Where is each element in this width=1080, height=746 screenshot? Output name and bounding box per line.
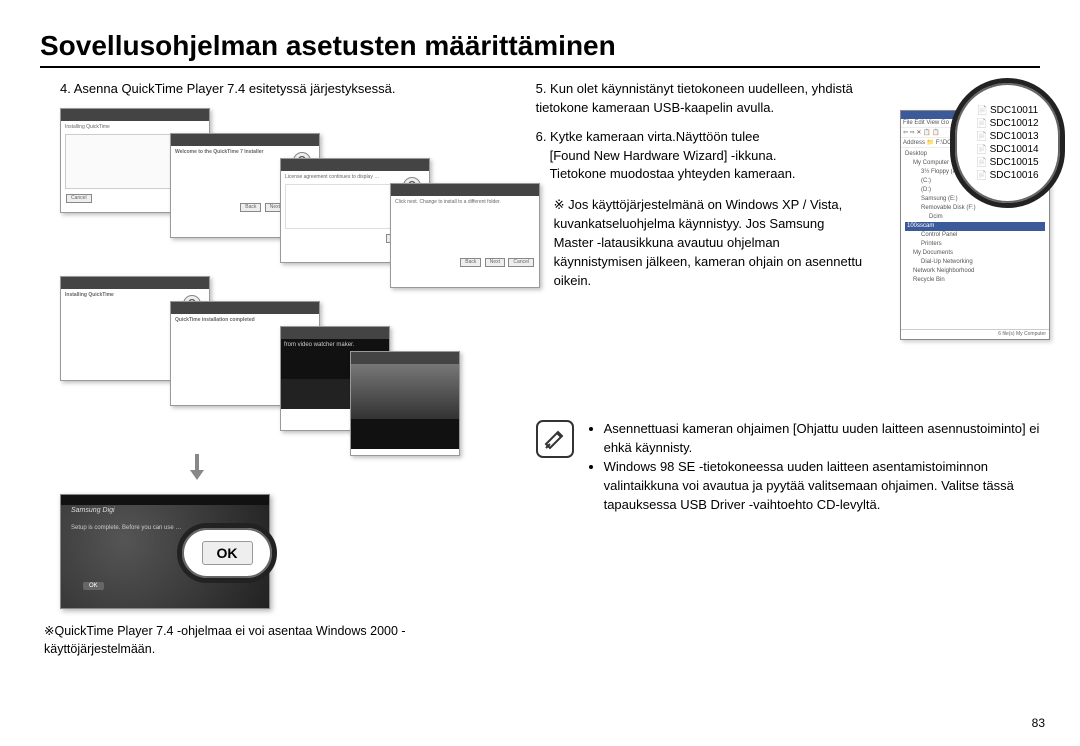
shot-caption: Installing QuickTime [65,124,110,130]
file-item[interactable]: SDC10016 [976,170,1038,181]
file-item[interactable]: SDC10014 [976,144,1038,155]
brand-text: Samsung Digi [71,507,115,514]
shot-caption: Click next. Change to install to a diffe… [395,199,501,205]
note-bullet-2: Windows 98 SE -tietokoneessa uuden laitt… [604,458,1040,515]
tree-item[interactable]: Recycle Bin [905,276,1045,285]
pencil-note-icon [536,420,574,458]
shot-caption: Welcome to the QuickTime 7 Installer [175,149,263,155]
setup-complete-text: Setup is complete. Before you can use … [71,525,181,533]
tree-item[interactable]: Network Neighborhood [905,267,1045,276]
step-6-text: 6. Kytke kameraan virta.Näyttöön tulee [… [536,128,886,185]
file-item[interactable]: SDC10012 [976,118,1038,129]
step-6-line3: Tietokone muodostaa yhteyden kameraan. [536,166,796,181]
tree-item[interactable]: Control Panel [905,231,1045,240]
note-body: Asennettuasi kameran ohjaimen [Ohjattu u… [586,420,1040,514]
explorer-statusbar: 6 file(s) My Computer [901,329,1049,339]
quicktime-win2000-footnote: ※QuickTime Player 7.4 -ohjelmaa ei voi a… [40,623,506,658]
cancel-button[interactable]: Cancel [508,258,534,268]
note-prefix-symbol: ※ [554,197,565,212]
shot-caption: QuickTime installation completed [175,317,255,323]
step-6-line2: [Found New Hardware Wizard] -ikkuna. [536,148,777,163]
wizard-shot-8 [350,351,460,456]
next-button[interactable]: Next [485,258,505,268]
right-column: 5. Kun olet käynnistänyt tietokoneen uud… [536,80,1040,658]
back-button[interactable]: Back [240,203,261,213]
step-6-line1: 6. Kytke kameraan virta.Näyttöön tulee [536,129,760,144]
step-5-text: 5. Kun olet käynnistänyt tietokoneen uud… [536,80,886,118]
left-column: 4. Asenna QuickTime Player 7.4 esitetyss… [40,80,506,658]
tree-item[interactable]: Dial-Up Networking [905,258,1045,267]
tree-item[interactable]: Dcim [905,213,1045,222]
step-4-text: 4. Asenna QuickTime Player 7.4 esitetyss… [40,80,506,98]
page-title: Sovellusohjelman asetusten määrittäminen [40,30,1040,68]
quicktime-install-shots-row2: Installing QuickTime Q Next QuickTime in… [60,276,506,446]
wizard-shot-4: Click next. Change to install to a diffe… [390,183,540,288]
ok-button[interactable]: OK [202,541,253,565]
shot-caption: Installing QuickTime [65,292,114,298]
tree-item-selected[interactable]: 100sscam [905,222,1045,231]
tree-item[interactable]: Printers [905,240,1045,249]
file-item[interactable]: SDC10015 [976,157,1038,168]
xp-vista-note: ※ Jos käyttöjärjestelmänä on Windows XP … [536,196,866,290]
ok-button-zoom: OK [177,523,277,583]
arrow-down-icon [190,454,204,482]
setup-complete-screenshot: Samsung Digi Setup is complete. Before y… [60,494,270,609]
back-button[interactable]: Back [460,258,481,268]
page-number: 83 [1032,716,1045,730]
quicktime-install-shots-row1: Installing QuickTime Cancel Welcome to t… [60,108,506,268]
cancel-button[interactable]: Cancel [66,194,92,204]
shot-caption: License agreement continues to display … [285,174,379,180]
info-note: Asennettuasi kameran ohjaimen [Ohjattu u… [536,420,1040,514]
file-item[interactable]: SDC10013 [976,131,1038,142]
tree-item[interactable]: My Documents [905,249,1045,258]
file-list-zoom: SDC10011 SDC10012 SDC10013 SDC10014 SDC1… [950,78,1065,208]
xp-vista-note-text: Jos käyttöjärjestelmänä on Windows XP / … [554,197,863,287]
small-ok-button[interactable]: OK [83,582,104,590]
note-bullet-1: Asennettuasi kameran ohjaimen [Ohjattu u… [604,420,1040,458]
file-item[interactable]: SDC10011 [977,105,1038,116]
